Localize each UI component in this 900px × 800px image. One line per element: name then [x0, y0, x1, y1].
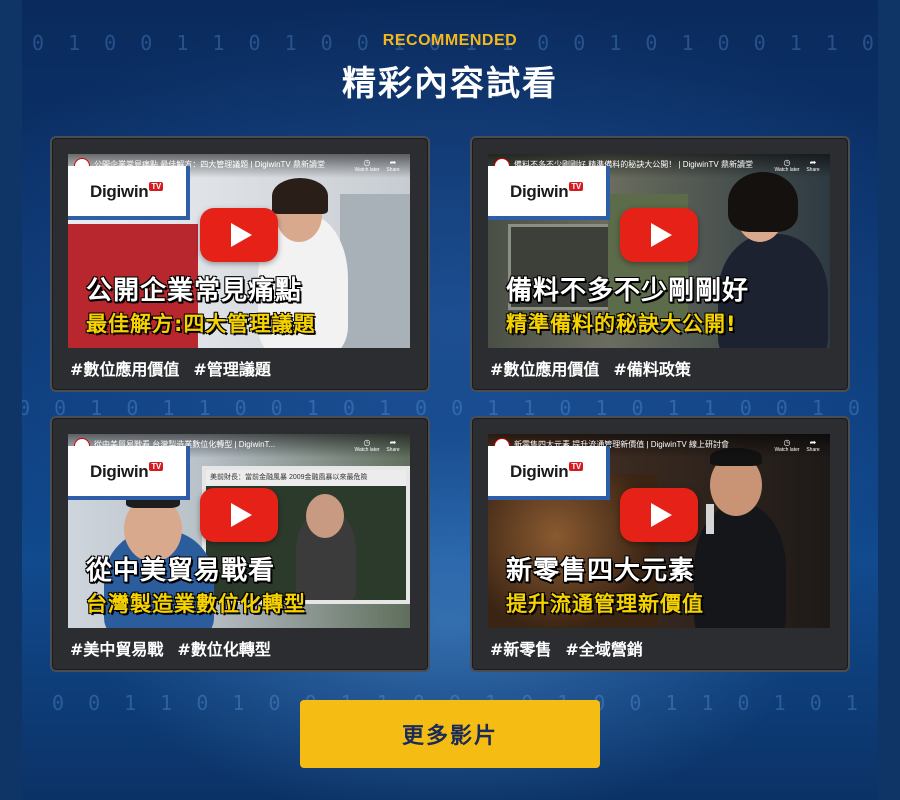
video-card[interactable]: 公開企業常見痛點 最佳解方：四大管理議題 | DigiwinTV 鼎新讀堂 ◷ W… [50, 136, 430, 392]
tag[interactable]: #全域營銷 [565, 640, 642, 659]
tag[interactable]: #美中貿易戰 [70, 640, 163, 659]
caption-line-1: 備料不多不少剛剛好 [506, 276, 750, 306]
page-side-left [0, 0, 22, 800]
brand-logo-box: Digiwin TV [68, 446, 190, 500]
video-caption: 從中美貿易戰看 台灣製造業數位化轉型 [86, 550, 404, 618]
play-icon[interactable] [620, 208, 698, 262]
video-card[interactable]: 新零售四大元素 提升流通管理新價值 | DigiwinTV 線上研討會 ◷ Wat… [470, 416, 850, 672]
share-icon: ➦ [809, 438, 817, 447]
watch-later-button[interactable]: ◷ Watch later [774, 438, 800, 453]
caption-line-2: 台灣製造業數位化轉型 [86, 592, 306, 616]
digiwin-logo: Digiwin TV [510, 462, 583, 481]
play-icon[interactable] [200, 208, 278, 262]
digiwin-logo: Digiwin TV [510, 182, 583, 201]
share-button[interactable]: ➦ Share [380, 438, 406, 453]
share-label: Share [806, 167, 820, 173]
tag-list: #美中貿易戰 #數位化轉型 [70, 636, 285, 660]
share-icon: ➦ [809, 158, 817, 167]
video-caption: 公開企業常見痛點 最佳解方:四大管理議題 [86, 270, 404, 338]
watch-later-label: Watch later [774, 447, 800, 453]
section-eyebrow: RECOMMENDED [382, 32, 518, 49]
caption-line-2: 最佳解方:四大管理議題 [86, 312, 316, 336]
play-icon[interactable] [200, 488, 278, 542]
share-label: Share [386, 167, 400, 173]
clock-icon: ◷ [783, 438, 791, 447]
video-player[interactable]: 美前財長：當前金融風暴 2009金融風暴以來最危險 從中美貿易戰看 台灣製造業數… [68, 434, 410, 628]
tag[interactable]: #數位應用價值 [490, 360, 599, 379]
watch-later-button[interactable]: ◷ Watch later [774, 158, 800, 173]
inset-news-bar: 美前財長：當前金融風暴 2009金融風暴以來最危險 [206, 470, 406, 486]
share-icon: ➦ [389, 158, 397, 167]
brand-logo-box: Digiwin TV [68, 166, 190, 220]
caption-line-2: 提升流通管理新價值 [506, 592, 704, 616]
watch-later-label: Watch later [354, 447, 380, 453]
clock-icon: ◷ [363, 158, 371, 167]
caption-line-2: 精準備料的秘訣大公開! [506, 312, 737, 336]
tag-list: #新零售 #全域營銷 [490, 636, 657, 660]
video-card[interactable]: 美前財長：當前金融風暴 2009金融風暴以來最危險 從中美貿易戰看 台灣製造業數… [50, 416, 430, 672]
tag[interactable]: #數位應用價值 [70, 360, 179, 379]
caption-line-1: 公開企業常見痛點 [86, 276, 303, 306]
page-side-right [878, 0, 900, 800]
share-icon: ➦ [389, 438, 397, 447]
video-caption: 備料不多不少剛剛好 精準備料的秘訣大公開! [506, 270, 824, 338]
tag[interactable]: #新零售 [490, 640, 551, 659]
tag-list: #數位應用價值 #備料政策 [490, 356, 705, 380]
brand-logo-box: Digiwin TV [488, 446, 610, 500]
tag[interactable]: #備料政策 [613, 360, 690, 379]
watch-later-button[interactable]: ◷ Watch later [354, 438, 380, 453]
video-player[interactable]: 備料不多不少剛剛好 精準備料的秘訣大公開！ | DigiwinTV 鼎新讀堂 ◷… [488, 154, 830, 348]
share-button[interactable]: ➦ Share [380, 158, 406, 173]
share-button[interactable]: ➦ Share [800, 438, 826, 453]
section-title: 精彩內容試看 [342, 64, 558, 104]
tag[interactable]: #管理議題 [193, 360, 270, 379]
clock-icon: ◷ [363, 438, 371, 447]
clock-icon: ◷ [783, 158, 791, 167]
video-player[interactable]: 公開企業常見痛點 最佳解方：四大管理議題 | DigiwinTV 鼎新讀堂 ◷ W… [68, 154, 410, 348]
content-stage: 0 1 0 0 1 1 0 1 0 0 1 0 1 1 0 0 1 0 1 0 … [22, 0, 878, 800]
digiwin-logo: Digiwin TV [90, 462, 163, 481]
watch-later-label: Watch later [354, 167, 380, 173]
caption-line-1: 新零售四大元素 [506, 556, 696, 586]
digiwin-logo: Digiwin TV [90, 182, 163, 201]
share-label: Share [386, 447, 400, 453]
caption-line-1: 從中美貿易戰看 [86, 556, 276, 586]
section-header: RECOMMENDED 精彩內容試看 [22, 32, 878, 105]
video-caption: 新零售四大元素 提升流通管理新價值 [506, 550, 824, 618]
play-icon[interactable] [620, 488, 698, 542]
share-label: Share [806, 447, 820, 453]
brand-logo-box: Digiwin TV [488, 166, 610, 220]
watch-later-button[interactable]: ◷ Watch later [354, 158, 380, 173]
more-videos-button[interactable]: 更多影片 [300, 700, 600, 768]
watch-later-label: Watch later [774, 167, 800, 173]
video-player[interactable]: 新零售四大元素 提升流通管理新價值 | DigiwinTV 線上研討會 ◷ Wat… [488, 434, 830, 628]
tag[interactable]: #數位化轉型 [177, 640, 270, 659]
video-card[interactable]: 備料不多不少剛剛好 精準備料的秘訣大公開！ | DigiwinTV 鼎新讀堂 ◷… [470, 136, 850, 392]
tag-list: #數位應用價值 #管理議題 [70, 356, 285, 380]
share-button[interactable]: ➦ Share [800, 158, 826, 173]
